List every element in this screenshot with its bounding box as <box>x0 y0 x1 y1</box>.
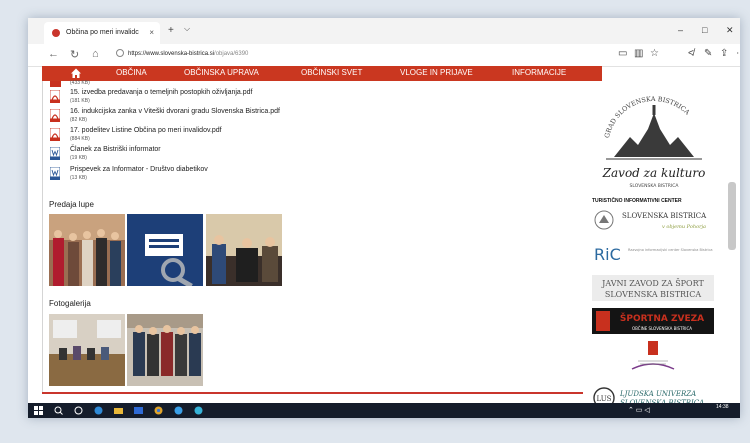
file-size: (13 KB) <box>70 175 87 181</box>
edge-icon[interactable] <box>94 406 103 415</box>
search-icon[interactable] <box>54 406 63 415</box>
gallery-photo[interactable] <box>49 314 125 386</box>
browser-window: Občina po meri invalidc × + ⌵ – □ ✕ ← ↻ … <box>28 18 740 418</box>
gallery-photo[interactable] <box>127 314 203 386</box>
maximize-button[interactable]: □ <box>702 25 707 35</box>
footer-divider <box>42 392 583 394</box>
tic-subtitle: v objemu Pohorja <box>662 224 706 230</box>
sportna-zveza-logo[interactable]: ŠPORTNA ZVEZA OBČINE SLOVENSKA BISTRICA <box>592 308 714 334</box>
drustvo-logo[interactable] <box>620 339 686 375</box>
menu-item-novice-in-dogodki[interactable]: NOVICE IN DOGODKI <box>606 68 687 77</box>
home-icon[interactable] <box>70 67 82 79</box>
file-explorer-icon[interactable] <box>114 406 123 415</box>
minimize-button[interactable]: – <box>678 25 683 35</box>
url-host: https://www.slovenska-bistrica.si <box>128 51 215 57</box>
address-input[interactable]: https://www.slovenska-bistrica.si/objava… <box>116 47 606 62</box>
more-icon[interactable]: ⋯ <box>736 48 740 59</box>
site-favicon-icon <box>52 29 60 37</box>
tray-icons[interactable]: ⌃ ▭ ◁ <box>628 406 650 414</box>
windows-start-icon[interactable] <box>34 406 43 415</box>
tab-list-chevron-icon[interactable]: ⌵ <box>184 24 190 34</box>
javni-zavod-sport-logo[interactable]: JAVNI ZAVOD ZA ŠPORT SLOVENSKA BISTRICA <box>592 275 714 301</box>
zavod-za-kulturo-logo[interactable]: GRAD SLOVENSKA BISTRICA Zavod za kulturo… <box>592 85 716 195</box>
gallery-photo[interactable] <box>127 214 203 286</box>
main-content: (433 KB) 15. izvedba predavanja o temelj… <box>42 80 583 393</box>
menu-item-vloge-in-prijave[interactable]: VLOGE IN PRIJAVE <box>400 68 473 77</box>
file-size: (433 KB) <box>70 80 90 86</box>
word-icon <box>50 147 60 160</box>
favorites-hub-icon[interactable]: ≮ <box>688 48 694 59</box>
app-icon[interactable] <box>194 406 203 415</box>
file-size: (82 KB) <box>70 117 87 123</box>
list-item[interactable]: 17. podelitev Listine Občina po meri inv… <box>50 127 450 145</box>
list-item[interactable]: 15. izvedba predavanja o temeljnih posto… <box>50 89 450 107</box>
share-icon[interactable]: ⇪ <box>720 48 728 59</box>
svg-text:RiC: RiC <box>594 245 621 264</box>
ric-logo[interactable]: RiC Razvojno informacijski center Sloven… <box>592 241 716 267</box>
pdf-icon <box>50 128 60 141</box>
gallery-photo[interactable] <box>49 214 125 286</box>
url-path: /objava/6390 <box>214 51 249 57</box>
address-bar-row: ← ↻ ⌂ https://www.slovenska-bistrica.si/… <box>28 44 740 67</box>
pen-icon[interactable]: ✎ <box>704 48 712 59</box>
lu-line-1: LJUDSKA UNIVERZA <box>619 390 696 398</box>
file-link[interactable]: 16. indukcijska zanka v Viteški dvorani … <box>70 108 280 115</box>
file-link[interactable]: Prispevek za Informator - Društvo diabet… <box>70 166 208 173</box>
tab-bar: Občina po meri invalidc × + ⌵ – □ ✕ <box>28 18 740 44</box>
file-size: (181 KB) <box>70 98 90 104</box>
tic-name: SLOVENSKA BISTRICA <box>622 212 707 220</box>
file-size: (19 KB) <box>70 155 87 161</box>
list-item[interactable]: 16. indukcijska zanka v Viteški dvorani … <box>50 108 450 126</box>
page-scrollbar-thumb[interactable] <box>728 182 736 250</box>
new-tab-button[interactable]: + <box>168 25 174 36</box>
menu-item-obcinski-svet[interactable]: OBČINSKI SVET <box>301 68 362 77</box>
search-icon <box>116 49 124 58</box>
chrome-icon[interactable] <box>154 406 163 415</box>
menu-item-informacije[interactable]: INFORMACIJE <box>512 68 566 77</box>
windows-taskbar: ⌃ ▭ ◁ 14:38 <box>28 403 740 418</box>
gallery-photo[interactable] <box>206 214 282 286</box>
home-icon[interactable]: ⌂ <box>92 48 99 60</box>
edge-active-icon[interactable] <box>174 406 183 415</box>
word-icon <box>50 167 60 180</box>
close-window-button[interactable]: ✕ <box>726 25 734 36</box>
browser-tab[interactable]: Občina po meri invalidc × <box>44 22 160 44</box>
reading-view-icon[interactable]: ▭ <box>618 48 627 59</box>
sport-title: ŠPORTNA ZVEZA <box>620 312 704 324</box>
ric-subtitle: Razvojno informacijski center Slovenska … <box>628 248 713 252</box>
tic-logo[interactable]: SLOVENSKA BISTRICA v objemu Pohorja <box>592 208 716 232</box>
tic-heading: TURISTIČNO INFORMATIVNI CENTER <box>592 198 682 204</box>
section-title-fotogalerija: Fotogalerija <box>49 299 91 308</box>
tab-title: Občina po meri invalidc <box>66 29 139 36</box>
list-item[interactable]: Članek za Bistriški informator (19 KB) <box>50 146 450 164</box>
clock-time: 14:38 <box>716 404 729 410</box>
pdf-icon <box>50 109 60 122</box>
back-arrow-icon[interactable]: ← <box>48 48 59 60</box>
pdf-icon <box>50 90 60 103</box>
svg-text:LUS: LUS <box>597 395 612 403</box>
pdf-icon[interactable] <box>50 81 61 87</box>
file-link[interactable]: 17. podelitev Listine Občina po meri inv… <box>70 127 222 134</box>
javni-line-1: JAVNI ZAVOD ZA ŠPORT <box>601 279 704 288</box>
outlook-icon[interactable] <box>134 406 143 415</box>
site-main-menu: OBČINA OBČINSKA UPRAVA OBČINSKI SVET VLO… <box>42 66 687 81</box>
file-link[interactable]: 15. izvedba predavanja o temeljnih posto… <box>70 89 253 96</box>
zavod-town: SLOVENSKA BISTRICA <box>630 183 680 189</box>
menu-item-obcinska-uprava[interactable]: OBČINSKA UPRAVA <box>184 68 259 77</box>
partner-sidebar: GRAD SLOVENSKA BISTRICA Zavod za kulturo… <box>584 81 734 409</box>
javni-line-2: SLOVENSKA BISTRICA <box>605 290 701 299</box>
refresh-icon[interactable]: ↻ <box>70 48 79 61</box>
section-title-predaja-lupe: Predaja lupe <box>49 200 94 209</box>
book-icon[interactable]: ▥ <box>634 48 643 59</box>
favorite-star-icon[interactable]: ☆ <box>650 48 659 59</box>
sport-subtitle: OBČINE SLOVENSKA BISTRICA <box>632 326 692 331</box>
menu-item-obcina[interactable]: OBČINA <box>116 68 147 77</box>
file-link[interactable]: Članek za Bistriški informator <box>70 146 161 153</box>
tab-close-icon[interactable]: × <box>149 22 154 44</box>
zavod-script-title: Zavod za kulturo <box>602 166 706 180</box>
list-item[interactable]: Prispevek za Informator - Društvo diabet… <box>50 166 450 184</box>
file-size: (884 KB) <box>70 136 90 142</box>
task-view-icon[interactable] <box>74 406 83 415</box>
